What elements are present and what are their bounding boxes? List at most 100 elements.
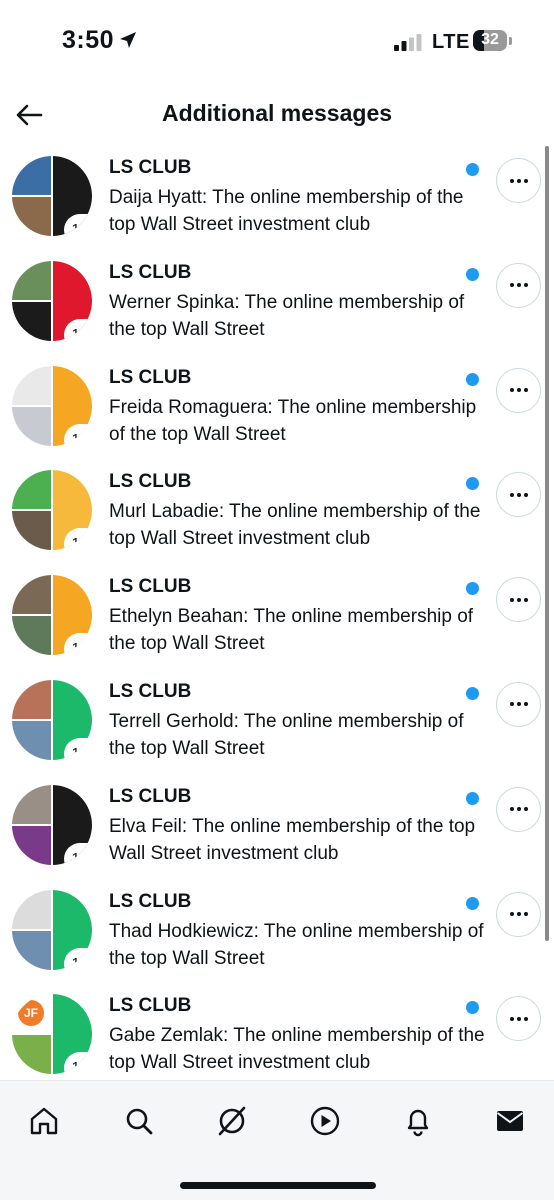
conversation-row[interactable]: 183 LS CLUB Murl Labadie: The online mem… (0, 460, 554, 565)
member-count-badge: 187 (64, 1052, 92, 1075)
more-options-button[interactable] (496, 996, 541, 1042)
unread-indicator (466, 477, 479, 491)
group-avatar: 176 (12, 784, 92, 865)
conversation-title: LS CLUB (109, 366, 192, 388)
avatar-member-1 (12, 470, 52, 511)
conversation-row[interactable]: 183 LS CLUB Daija Hyatt: The online memb… (0, 146, 554, 251)
page-title: Additional messages (161, 100, 393, 126)
home-icon (30, 1107, 58, 1135)
communities-icon (218, 1106, 246, 1136)
conversation-row[interactable]: 171 LS CLUB Thad Hodkiewicz: The online … (0, 880, 554, 985)
avatar-member-3 (12, 615, 52, 656)
avatar-member-1 (12, 156, 52, 196)
more-options-button[interactable] (496, 577, 541, 623)
conversation-row[interactable]: 185 LS CLUB Ethelyn Beahan: The online m… (0, 565, 554, 670)
tab-communities[interactable] (210, 1099, 254, 1143)
tab-home[interactable] (22, 1099, 66, 1143)
conversation-list: 183 LS CLUB Daija Hyatt: The online memb… (0, 146, 554, 1089)
avatar-member-1 (12, 679, 52, 720)
home-indicator (180, 1182, 376, 1189)
member-count-badge: 183 (64, 528, 92, 551)
group-avatar: 183 (12, 470, 92, 551)
unread-indicator (466, 582, 479, 596)
avatar-member-3 (12, 1034, 52, 1075)
unread-indicator (466, 163, 479, 176)
group-avatar: 190 (12, 365, 92, 446)
avatar-member-1 (12, 365, 52, 406)
conversation-row[interactable]: 190 LS CLUB Freida Romaguera: The online… (0, 356, 554, 461)
signal-strength-icon (394, 34, 422, 51)
unread-indicator (466, 686, 479, 700)
member-count-badge: 185 (64, 633, 92, 656)
group-avatar: 186 (12, 260, 92, 341)
conversation-title: LS CLUB (109, 680, 192, 702)
conversation-preview: Murl Labadie: The online membership of t… (109, 501, 481, 550)
tab-video[interactable] (303, 1099, 347, 1143)
group-avatar: 185 (12, 575, 92, 656)
more-options-button[interactable] (496, 786, 541, 832)
conversation-title: LS CLUB (109, 995, 192, 1017)
avatar-member-3 (12, 510, 52, 551)
more-options-button[interactable] (496, 158, 541, 203)
notifications-icon (407, 1109, 429, 1137)
avatar-member-3 (12, 405, 52, 446)
tab-messages[interactable] (488, 1099, 532, 1143)
battery-level: 32 (481, 31, 499, 48)
conversation-preview: Thad Hodkiewicz: The online membership o… (109, 920, 484, 969)
conversation-preview: Elva Feil: The online membership of the … (109, 815, 476, 864)
more-options-button[interactable] (496, 472, 541, 518)
conversation-title: LS CLUB (109, 576, 192, 598)
group-avatar: 171 (12, 889, 92, 970)
more-options-button[interactable] (496, 262, 541, 308)
conversation-preview: Freida Romaguera: The online membership … (109, 396, 477, 445)
conversation-row[interactable]: 176 LS CLUB Elva Feil: The online member… (0, 775, 554, 880)
status-bar: 3:50 LTE 32 (0, 0, 554, 84)
member-count-badge: 183 (64, 214, 92, 236)
group-avatar: JF 187 (12, 994, 92, 1075)
conversation-row[interactable]: JF 187 LS CLUB Gabe Zemlak: The online m… (0, 984, 554, 1089)
group-avatar: 193 (12, 679, 92, 760)
location-arrow-icon (120, 32, 136, 48)
avatar-member-1 (12, 784, 52, 825)
conversation-title: LS CLUB (109, 471, 192, 493)
avatar-member-1 (12, 889, 52, 930)
unread-indicator (466, 372, 479, 386)
search-icon (126, 1108, 153, 1135)
battery-icon: 32 (473, 30, 513, 53)
group-avatar: 183 (12, 156, 92, 236)
conversation-preview: Ethelyn Beahan: The online membership of… (109, 606, 474, 655)
tab-search[interactable] (117, 1099, 161, 1143)
unread-indicator (466, 1001, 479, 1015)
avatar-member-3 (12, 824, 52, 865)
member-count-badge: 193 (64, 737, 92, 760)
conversation-preview: Werner Spinka: The online membership of … (109, 291, 465, 340)
conversation-title: LS CLUB (109, 890, 192, 912)
conversation-title: LS CLUB (109, 157, 192, 178)
network-type: LTE (432, 31, 470, 53)
avatar-member-3 (12, 196, 52, 236)
scrollbar[interactable] (545, 146, 549, 941)
header: Additional messages (0, 86, 554, 146)
more-options-button[interactable] (496, 681, 541, 727)
conversation-preview: Gabe Zemlak: The online membership of th… (109, 1025, 485, 1074)
more-options-button[interactable] (496, 891, 541, 937)
conversation-preview: Terrell Gerhold: The online membership o… (109, 710, 464, 759)
unread-indicator (466, 896, 479, 910)
video-icon (310, 1106, 340, 1136)
unread-indicator (466, 267, 479, 281)
avatar-member-1: JF (12, 994, 52, 1035)
conversation-row[interactable]: 193 LS CLUB Terrell Gerhold: The online … (0, 670, 554, 775)
conversation-row[interactable]: 186 LS CLUB Werner Spinka: The online me… (0, 251, 554, 356)
avatar-member-3 (12, 929, 52, 970)
avatar-initials: JF (18, 1000, 44, 1027)
tab-notifications[interactable] (396, 1099, 440, 1143)
conversation-preview: Daija Hyatt: The online membership of th… (109, 187, 464, 235)
unread-indicator (466, 791, 479, 805)
avatar-member-3 (12, 300, 52, 341)
status-time: 3:50 (62, 26, 115, 54)
avatar-member-1 (12, 260, 52, 301)
conversation-title: LS CLUB (109, 261, 192, 283)
avatar-member-3 (12, 719, 52, 760)
more-options-button[interactable] (496, 367, 541, 413)
messages-icon (496, 1111, 524, 1131)
